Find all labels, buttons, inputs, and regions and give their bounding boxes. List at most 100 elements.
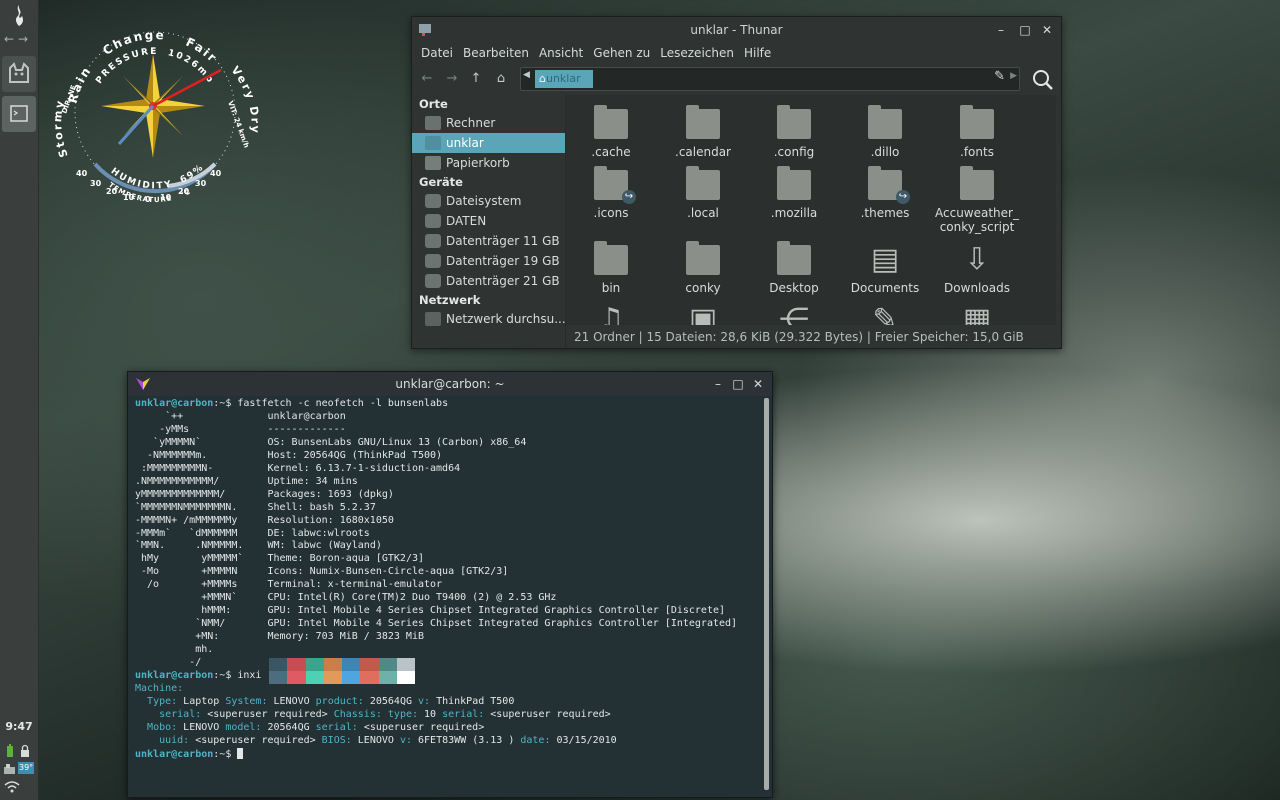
weather-tray[interactable]: 39° — [3, 762, 37, 776]
file-item[interactable]: bin — [566, 241, 656, 295]
thunar-window: unklar - Thunar – □ ✕ Datei Bearbeiten A… — [411, 16, 1062, 349]
sidebar-item[interactable]: Dateisystem — [412, 191, 565, 211]
file-item[interactable]: ▦ — [932, 305, 1022, 326]
file-item[interactable]: conky — [658, 241, 748, 295]
color-swatch — [305, 658, 324, 671]
location-bar[interactable]: ◀ ⌂unklar ✎ ▶ — [520, 67, 1020, 91]
terminal-titlebar[interactable]: unklar@carbon: ~ – □ ✕ — [128, 372, 772, 396]
terminal-text: hMMM: — [135, 605, 268, 617]
templates-icon: ✎ — [872, 302, 898, 326]
file-item[interactable]: .mozilla — [749, 166, 839, 220]
path-left-arrow-icon[interactable]: ◀ — [523, 70, 530, 80]
back-arrow-icon[interactable]: ← — [417, 70, 437, 88]
maximize-button[interactable]: □ — [1015, 17, 1035, 43]
terminal-close-button[interactable]: ✕ — [748, 372, 768, 396]
home-icon — [425, 136, 441, 150]
menu-gehen-zu[interactable]: Gehen zu — [588, 43, 655, 63]
file-item[interactable]: ♫ — [566, 305, 656, 326]
menu-ansicht[interactable]: Ansicht — [534, 43, 588, 63]
terminal-maximize-button[interactable]: □ — [728, 372, 748, 396]
sidebar-item[interactable]: Netzwerk durchsu... — [412, 309, 565, 329]
terminal-text: `NMM/ — [135, 618, 268, 630]
thunar-toolbar: ← → ↑ ⌂ ◀ ⌂unklar ✎ ▶ — [412, 63, 1061, 95]
terminal-text: yMMMMMMMMMMMMM/ — [135, 488, 268, 500]
thunar-sidebar: Orte Rechner unklar Papierkorb Geräte Dateisy… — [412, 95, 566, 347]
file-item[interactable]: ✎ — [840, 302, 930, 326]
file-item[interactable]: .cache — [566, 105, 656, 159]
color-swatch — [269, 658, 288, 671]
taskbar-thunar-button[interactable] — [2, 56, 36, 92]
menu-lesezeichen[interactable]: Lesezeichen — [655, 43, 739, 63]
svg-text:30: 30 — [195, 179, 207, 188]
color-swatch — [323, 671, 342, 684]
search-icon[interactable] — [1032, 69, 1054, 91]
terminal-text: Theme: — [267, 553, 310, 565]
color-swatch — [378, 658, 397, 671]
terminal-text: fastfetch -c neofetch -l bunsenlabs — [237, 398, 449, 409]
file-item[interactable]: ⋲ — [749, 305, 839, 326]
wifi-icon[interactable] — [3, 780, 35, 794]
sidebar-item[interactable]: Datenträger 19 GB — [412, 251, 565, 271]
menu-hilfe[interactable]: Hilfe — [739, 43, 776, 63]
minimize-button[interactable]: – — [991, 17, 1011, 43]
close-button[interactable]: ✕ — [1037, 17, 1057, 43]
color-swatch — [360, 671, 379, 684]
breadcrumb-home[interactable]: ⌂unklar — [535, 70, 593, 88]
file-item[interactable]: Desktop — [749, 241, 839, 295]
drive-icon — [425, 234, 441, 248]
left-panel: ←→ 9:47 39° — [0, 0, 39, 800]
terminal-scrollbar[interactable] — [764, 398, 769, 790]
clock[interactable]: 9:47 — [0, 720, 38, 733]
sidebar-header: Netzwerk — [419, 293, 481, 307]
file-item[interactable]: .config — [749, 105, 839, 159]
file-item[interactable]: ↪ .icons — [566, 166, 656, 220]
file-item[interactable]: ↪ .themes — [840, 166, 930, 220]
sidebar-item-label: Dateisystem — [446, 194, 522, 208]
symlink-badge-icon: ↪ — [622, 190, 636, 204]
file-item[interactable]: .dillo — [840, 105, 930, 159]
terminal-text: 20564QG — [363, 695, 419, 707]
sidebar-item[interactable]: unklar — [412, 133, 565, 153]
terminal-text: -/ — [135, 657, 268, 669]
sidebar-item[interactable]: Datenträger 11 GB — [412, 231, 565, 251]
terminal-text: serial: — [315, 721, 358, 733]
sidebar-item[interactable]: Rechner — [412, 113, 565, 133]
sidebar-item[interactable]: DATEN — [412, 211, 565, 231]
file-name: .cache — [591, 145, 631, 159]
path-right-arrow-icon[interactable]: ▶ — [1010, 71, 1017, 81]
color-swatch — [305, 671, 324, 684]
home-button-icon[interactable]: ⌂ — [491, 70, 511, 88]
terminal-text: unklar@carbon — [135, 398, 214, 409]
file-name: Downloads — [944, 281, 1010, 295]
battery-lock-tray[interactable] — [3, 744, 35, 758]
menu-bearbeiten[interactable]: Bearbeiten — [458, 43, 534, 63]
flame-logo-icon[interactable] — [9, 4, 29, 28]
menu-datei[interactable]: Datei — [416, 43, 458, 63]
terminal-text: <superuser required> — [189, 734, 322, 746]
sidebar-item[interactable]: Datenträger 21 GB — [412, 271, 565, 291]
file-item[interactable]: .local — [658, 166, 748, 220]
file-name: .icons — [593, 206, 629, 220]
forward-arrow-icon[interactable]: → — [442, 70, 462, 88]
file-item[interactable]: ▣ — [658, 305, 748, 326]
file-item[interactable]: Accuweather_conky_script — [932, 166, 1022, 234]
edit-path-icon[interactable]: ✎ — [994, 69, 1005, 84]
terminal-text: /o +MMMMs — [135, 579, 268, 591]
file-item[interactable]: .calendar — [658, 105, 748, 159]
file-item[interactable]: ⇩ Downloads — [932, 245, 1022, 296]
file-item[interactable]: ▤ Documents — [840, 245, 930, 296]
terminal-text: -yMMs — [135, 423, 268, 435]
folder-icon — [777, 241, 811, 275]
terminal-text: GPU: — [267, 605, 298, 617]
sidebar-item[interactable]: Papierkorb — [412, 153, 565, 173]
thunar-titlebar[interactable]: unklar - Thunar – □ ✕ — [412, 17, 1061, 43]
terminal-output[interactable]: unklar@carbon:~$ fastfetch -c neofetch -… — [135, 398, 737, 762]
file-item[interactable]: .fonts — [932, 105, 1022, 159]
conky-humidity: HUMIDITY 69% — [109, 162, 207, 191]
taskbar-terminal-button[interactable] — [2, 96, 36, 132]
terminal-minimize-button[interactable]: – — [708, 372, 728, 396]
up-arrow-icon[interactable]: ↑ — [466, 70, 486, 88]
terminal-text: `MMN. .NMMMMM. — [135, 540, 268, 552]
terminal-text: -NMMMMMMm. — [135, 449, 268, 461]
workspace-arrows-icon[interactable]: ←→ — [4, 32, 34, 46]
